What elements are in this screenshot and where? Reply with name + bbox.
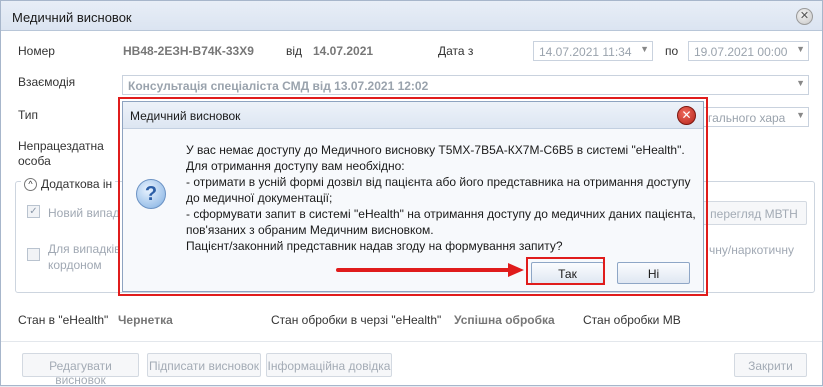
date-to-value: 19.07.2021 00:00	[694, 45, 788, 59]
new-case-label: Новий випад	[48, 206, 120, 220]
window-title: Медичний висновок	[12, 10, 132, 25]
dialog-message-line: до медичної документації;	[186, 191, 333, 205]
number-label: Номер	[18, 44, 55, 58]
close-button[interactable]: Закрити	[734, 353, 807, 377]
disabled-person-label-line1: Непрацездатна	[18, 139, 104, 153]
additional-info-label: Додаткова ін	[41, 177, 113, 191]
type-label: Тип	[18, 108, 39, 122]
mvtn-view-button[interactable]: перегляд МВТН	[701, 201, 807, 225]
ehealth-state-value: Чернетка	[118, 313, 173, 327]
dialog-question: Пацієнт/законний представник надав згоду…	[186, 239, 563, 253]
number-value: НВ48-2ЕЗН-В74К-33Х9	[123, 44, 254, 58]
sign-conclusion-button[interactable]: Підписати висновок	[147, 353, 261, 377]
additional-info-legend[interactable]: ^ Додаткова ін	[21, 177, 116, 191]
border-cases-checkbox[interactable]	[27, 248, 40, 261]
dialog-message: У вас немає доступу до Медичного висновк…	[186, 142, 696, 254]
chevron-down-icon: ▼	[796, 78, 805, 88]
question-icon: ?	[136, 179, 166, 209]
date-from-label: Дата з	[438, 44, 474, 58]
chevron-down-icon: ▼	[796, 110, 805, 120]
dialog-message-line: пов'язаних з обраним Медичним висновком.	[186, 223, 434, 237]
chevron-down-icon: ▼	[796, 44, 805, 54]
date-to-field[interactable]: 19.07.2021 00:00 ▼	[688, 41, 809, 61]
narcotic-text: чну/наркотичну	[709, 243, 795, 257]
interaction-select[interactable]: Консультація спеціаліста СМД від 13.07.2…	[122, 75, 809, 95]
window-titlebar: Медичний висновок ✕	[1, 1, 822, 31]
border-cases-label-line2: кордоном	[48, 258, 102, 272]
ehealth-state-label: Стан в "eHealth"	[18, 313, 109, 327]
window-close-icon[interactable]: ✕	[796, 8, 813, 25]
dialog-message-line: - отримати в усній формі дозвіл від паці…	[186, 175, 691, 189]
dialog-message-line: - сформувати запит в системі "eHealth" н…	[186, 207, 696, 221]
dialog-close-icon[interactable]: ✕	[677, 106, 696, 125]
type-value: гального хара	[708, 111, 786, 125]
no-button[interactable]: Ні	[617, 262, 690, 284]
date-from-value: 14.07.2021 11:34	[539, 45, 632, 59]
interaction-label: Взаємодія	[18, 75, 76, 89]
queue-state-label: Стан обробки в черзі "eHealth"	[271, 313, 442, 327]
new-case-checkbox[interactable]: ✓	[27, 205, 40, 218]
dialog-titlebar: Медичний висновок ✕	[123, 102, 703, 129]
dialog-title: Медичний висновок	[130, 109, 241, 123]
border-cases-label-line1: Для випадків	[48, 242, 121, 256]
arrow-annotation-icon	[336, 263, 524, 277]
footer-separator	[1, 341, 822, 342]
to-label: по	[665, 44, 679, 58]
edit-conclusion-button[interactable]: Редагувати висновок	[22, 353, 139, 387]
date-from-field[interactable]: 14.07.2021 11:34 ▼	[533, 41, 653, 61]
yes-button[interactable]: Так	[531, 262, 604, 284]
from-label: від	[286, 44, 303, 58]
info-reference-button[interactable]: Інформаційна довідка	[266, 353, 392, 377]
dialog-message-line: Для отримання доступу вам необхідно:	[186, 159, 405, 173]
mv-state-label: Стан обробки МВ	[583, 313, 681, 327]
disabled-person-label-line2: особа	[18, 154, 51, 168]
dialog-message-line: У вас немає доступу до Медичного висновк…	[186, 143, 685, 157]
from-date-value: 14.07.2021	[313, 44, 374, 58]
interaction-value: Консультація спеціаліста СМД від 13.07.2…	[128, 79, 429, 93]
collapse-chevron-icon: ^	[24, 177, 37, 191]
chevron-down-icon: ▼	[640, 44, 649, 54]
queue-state-value: Успішна обробка	[454, 313, 555, 327]
